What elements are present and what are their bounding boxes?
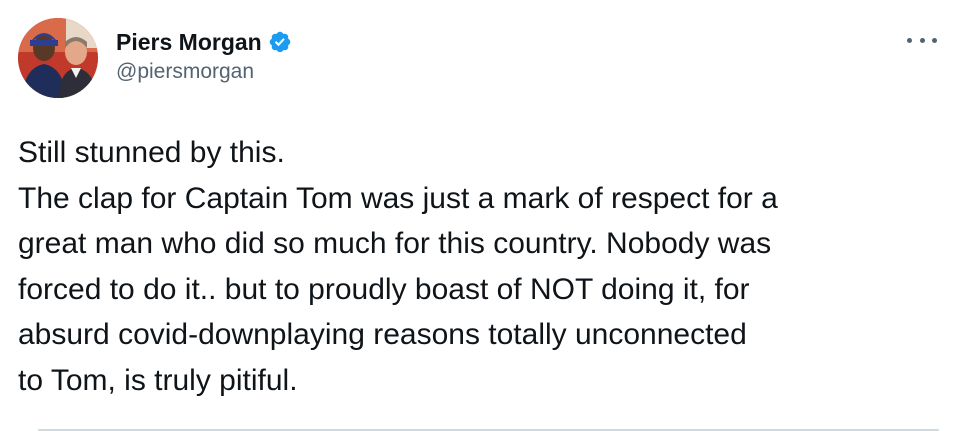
tweet-line: absurd covid-downplaying reasons totally… <box>18 318 747 351</box>
tweet-text: Still stunned by this. The clap for Capt… <box>18 130 943 403</box>
verified-badge-icon <box>268 30 292 54</box>
author-names: Piers Morgan @piersmorgan <box>116 27 292 84</box>
more-dot <box>919 37 925 43</box>
tweet-header: Piers Morgan @piersmorgan <box>18 18 292 98</box>
author-display-name[interactable]: Piers Morgan <box>116 29 262 56</box>
tweet-line: Still stunned by this. <box>18 136 285 169</box>
more-options-icon[interactable] <box>907 32 937 48</box>
tweet-line: The clap for Captain Tom was just a mark… <box>18 181 778 215</box>
more-dot <box>907 37 912 43</box>
tweet-line: great man who did so much for this count… <box>18 227 772 260</box>
author-handle[interactable]: @piersmorgan <box>116 60 292 84</box>
avatar[interactable] <box>18 18 98 98</box>
tweet-line: to Tom, is truly pitiful. <box>18 363 298 397</box>
more-dot <box>932 37 937 43</box>
tweet-line: forced to do it.. but to proudly boast o… <box>18 272 750 306</box>
tweet-card: Piers Morgan @piersmorgan Still stunned … <box>0 0 959 431</box>
name-row: Piers Morgan <box>116 27 292 57</box>
avatar-photo <box>18 18 98 98</box>
